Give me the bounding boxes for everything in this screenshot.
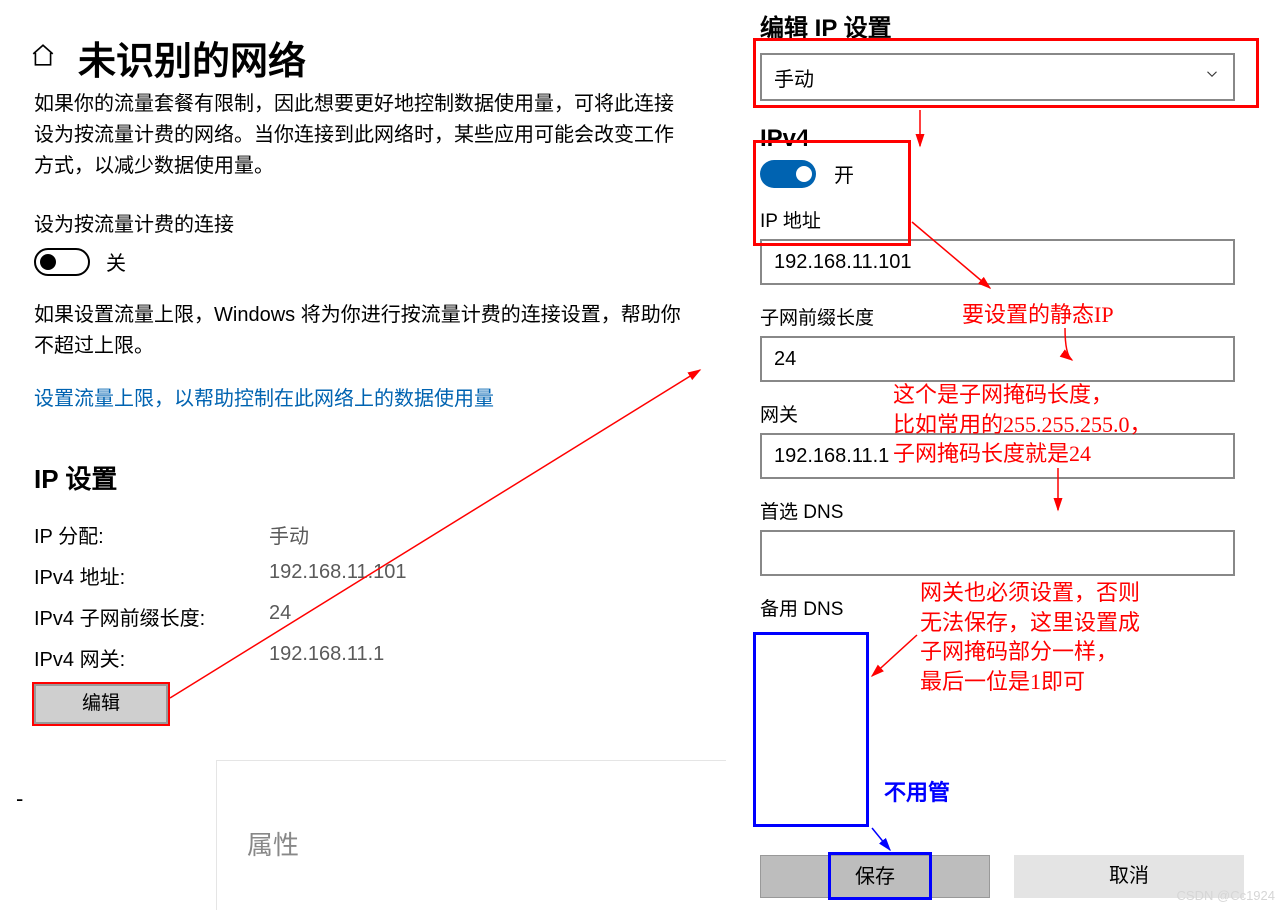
edit-button-label: 编辑 bbox=[82, 693, 120, 714]
edit-button[interactable]: 编辑 bbox=[34, 684, 168, 724]
ipv4-addr-key: IPv4 地址: bbox=[34, 561, 269, 590]
subnet-prefix-input[interactable] bbox=[760, 336, 1235, 382]
set-data-limit-link[interactable]: 设置流量上限，以帮助控制在此网络上的数据使用量 bbox=[34, 382, 691, 411]
ipv4-heading: IPv4 bbox=[760, 125, 1235, 153]
metered-description: 如果你的流量套餐有限制，因此想要更好地控制数据使用量，可将此连接设为按流量计费的… bbox=[0, 89, 725, 182]
settings-page: 未识别的网络 如果你的流量套餐有限制，因此想要更好地控制数据使用量，可将此连接设… bbox=[0, 0, 725, 760]
ipv4-prefix-val: 24 bbox=[269, 602, 291, 631]
ipv4-gw-val: 192.168.11.1 bbox=[269, 643, 384, 672]
data-limit-help: 如果设置流量上限，Windows 将为你进行按流量计费的连接设置，帮助你不超过上… bbox=[0, 300, 725, 362]
dns2-label: 备用 DNS bbox=[760, 594, 1235, 621]
ipv4-addr-val: 192.168.11.101 bbox=[269, 561, 407, 590]
gateway-input[interactable] bbox=[760, 433, 1235, 479]
ip-mode-value: 手动 bbox=[774, 63, 814, 92]
dns1-label: 首选 DNS bbox=[760, 497, 1235, 524]
gateway-label: 网关 bbox=[760, 400, 1235, 427]
metered-toggle[interactable] bbox=[34, 248, 90, 276]
save-button[interactable]: 保存 bbox=[760, 855, 990, 898]
properties-heading: 属性 bbox=[247, 825, 726, 862]
edit-ip-dialog: 编辑 IP 设置 手动 IPv4 开 IP 地址 子网前缀长度 网关 首选 DN… bbox=[730, 0, 1265, 909]
ip-alloc-val: 手动 bbox=[269, 520, 309, 549]
ip-address-input[interactable] bbox=[760, 239, 1235, 285]
ip-settings-grid: IP 分配:手动 IPv4 地址:192.168.11.101 IPv4 子网前… bbox=[34, 520, 691, 672]
ipv4-toggle-state: 开 bbox=[834, 159, 854, 188]
subnet-prefix-label: 子网前缀长度 bbox=[760, 303, 1235, 330]
minus-mark: - bbox=[16, 786, 23, 812]
dialog-title: 编辑 IP 设置 bbox=[760, 8, 1265, 43]
watermark: CSDN @Cc1924 bbox=[1177, 888, 1275, 903]
cancel-button-label: 取消 bbox=[1109, 865, 1149, 887]
page-title: 未识别的网络 bbox=[78, 30, 306, 85]
save-button-label: 保存 bbox=[855, 866, 895, 888]
properties-panel: 属性 bbox=[216, 760, 726, 910]
ipv4-toggle[interactable] bbox=[760, 160, 816, 188]
ip-address-label: IP 地址 bbox=[760, 206, 1235, 233]
ipv4-gw-key: IPv4 网关: bbox=[34, 643, 269, 672]
metered-toggle-label: 设为按流量计费的连接 bbox=[34, 208, 691, 237]
dns1-input[interactable] bbox=[760, 530, 1235, 576]
ip-settings-heading: IP 设置 bbox=[34, 459, 691, 496]
ip-alloc-key: IP 分配: bbox=[34, 520, 269, 549]
home-icon[interactable] bbox=[30, 42, 56, 73]
ip-mode-dropdown[interactable]: 手动 bbox=[760, 53, 1235, 101]
chevron-down-icon bbox=[1203, 65, 1221, 89]
metered-toggle-state: 关 bbox=[106, 247, 126, 276]
ipv4-prefix-key: IPv4 子网前缀长度: bbox=[34, 602, 269, 631]
